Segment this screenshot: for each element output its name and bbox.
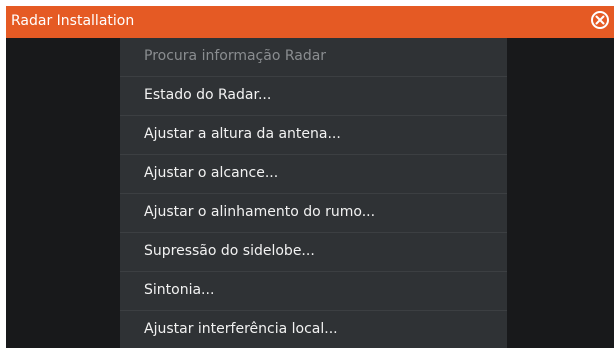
menu-item-label: Sintonia... [144, 282, 215, 298]
menu-item-label: Estado do Radar... [144, 87, 272, 103]
screen: Radar Installation Procura informação Ra… [0, 0, 614, 348]
menu-item-label: Ajustar o alinhamento do rumo... [144, 204, 376, 220]
menu-panel: Procura informação Radar Estado do Radar… [120, 38, 507, 348]
dialog-title: Radar Installation [11, 13, 135, 29]
menu-item-label: Ajustar o alcance... [144, 165, 279, 181]
menu-item-procura-informacao-radar: Procura informação Radar [120, 38, 507, 77]
menu-item-ajustar-interferencia-local[interactable]: Ajustar interferência local... [120, 311, 507, 348]
menu-item-label: Ajustar a altura da antena... [144, 126, 341, 142]
menu-item-ajustar-alcance[interactable]: Ajustar o alcance... [120, 155, 507, 194]
menu-list: Procura informação Radar Estado do Radar… [120, 38, 507, 348]
menu-item-label: Supressão do sidelobe... [144, 243, 315, 259]
menu-item-label: Procura informação Radar [144, 48, 327, 64]
menu-item-supressao-sidelobe[interactable]: Supressão do sidelobe... [120, 233, 507, 272]
menu-item-label: Ajustar interferência local... [144, 321, 338, 337]
menu-item-estado-do-radar[interactable]: Estado do Radar... [120, 77, 507, 116]
menu-item-ajustar-altura-antena[interactable]: Ajustar a altura da antena... [120, 116, 507, 155]
close-icon [595, 15, 605, 25]
menu-item-ajustar-alinhamento-rumo[interactable]: Ajustar o alinhamento do rumo... [120, 194, 507, 233]
radar-installation-dialog: Radar Installation Procura informação Ra… [6, 6, 614, 348]
title-bar: Radar Installation [6, 6, 614, 38]
menu-item-sintonia[interactable]: Sintonia... [120, 272, 507, 311]
close-button[interactable] [591, 11, 609, 29]
